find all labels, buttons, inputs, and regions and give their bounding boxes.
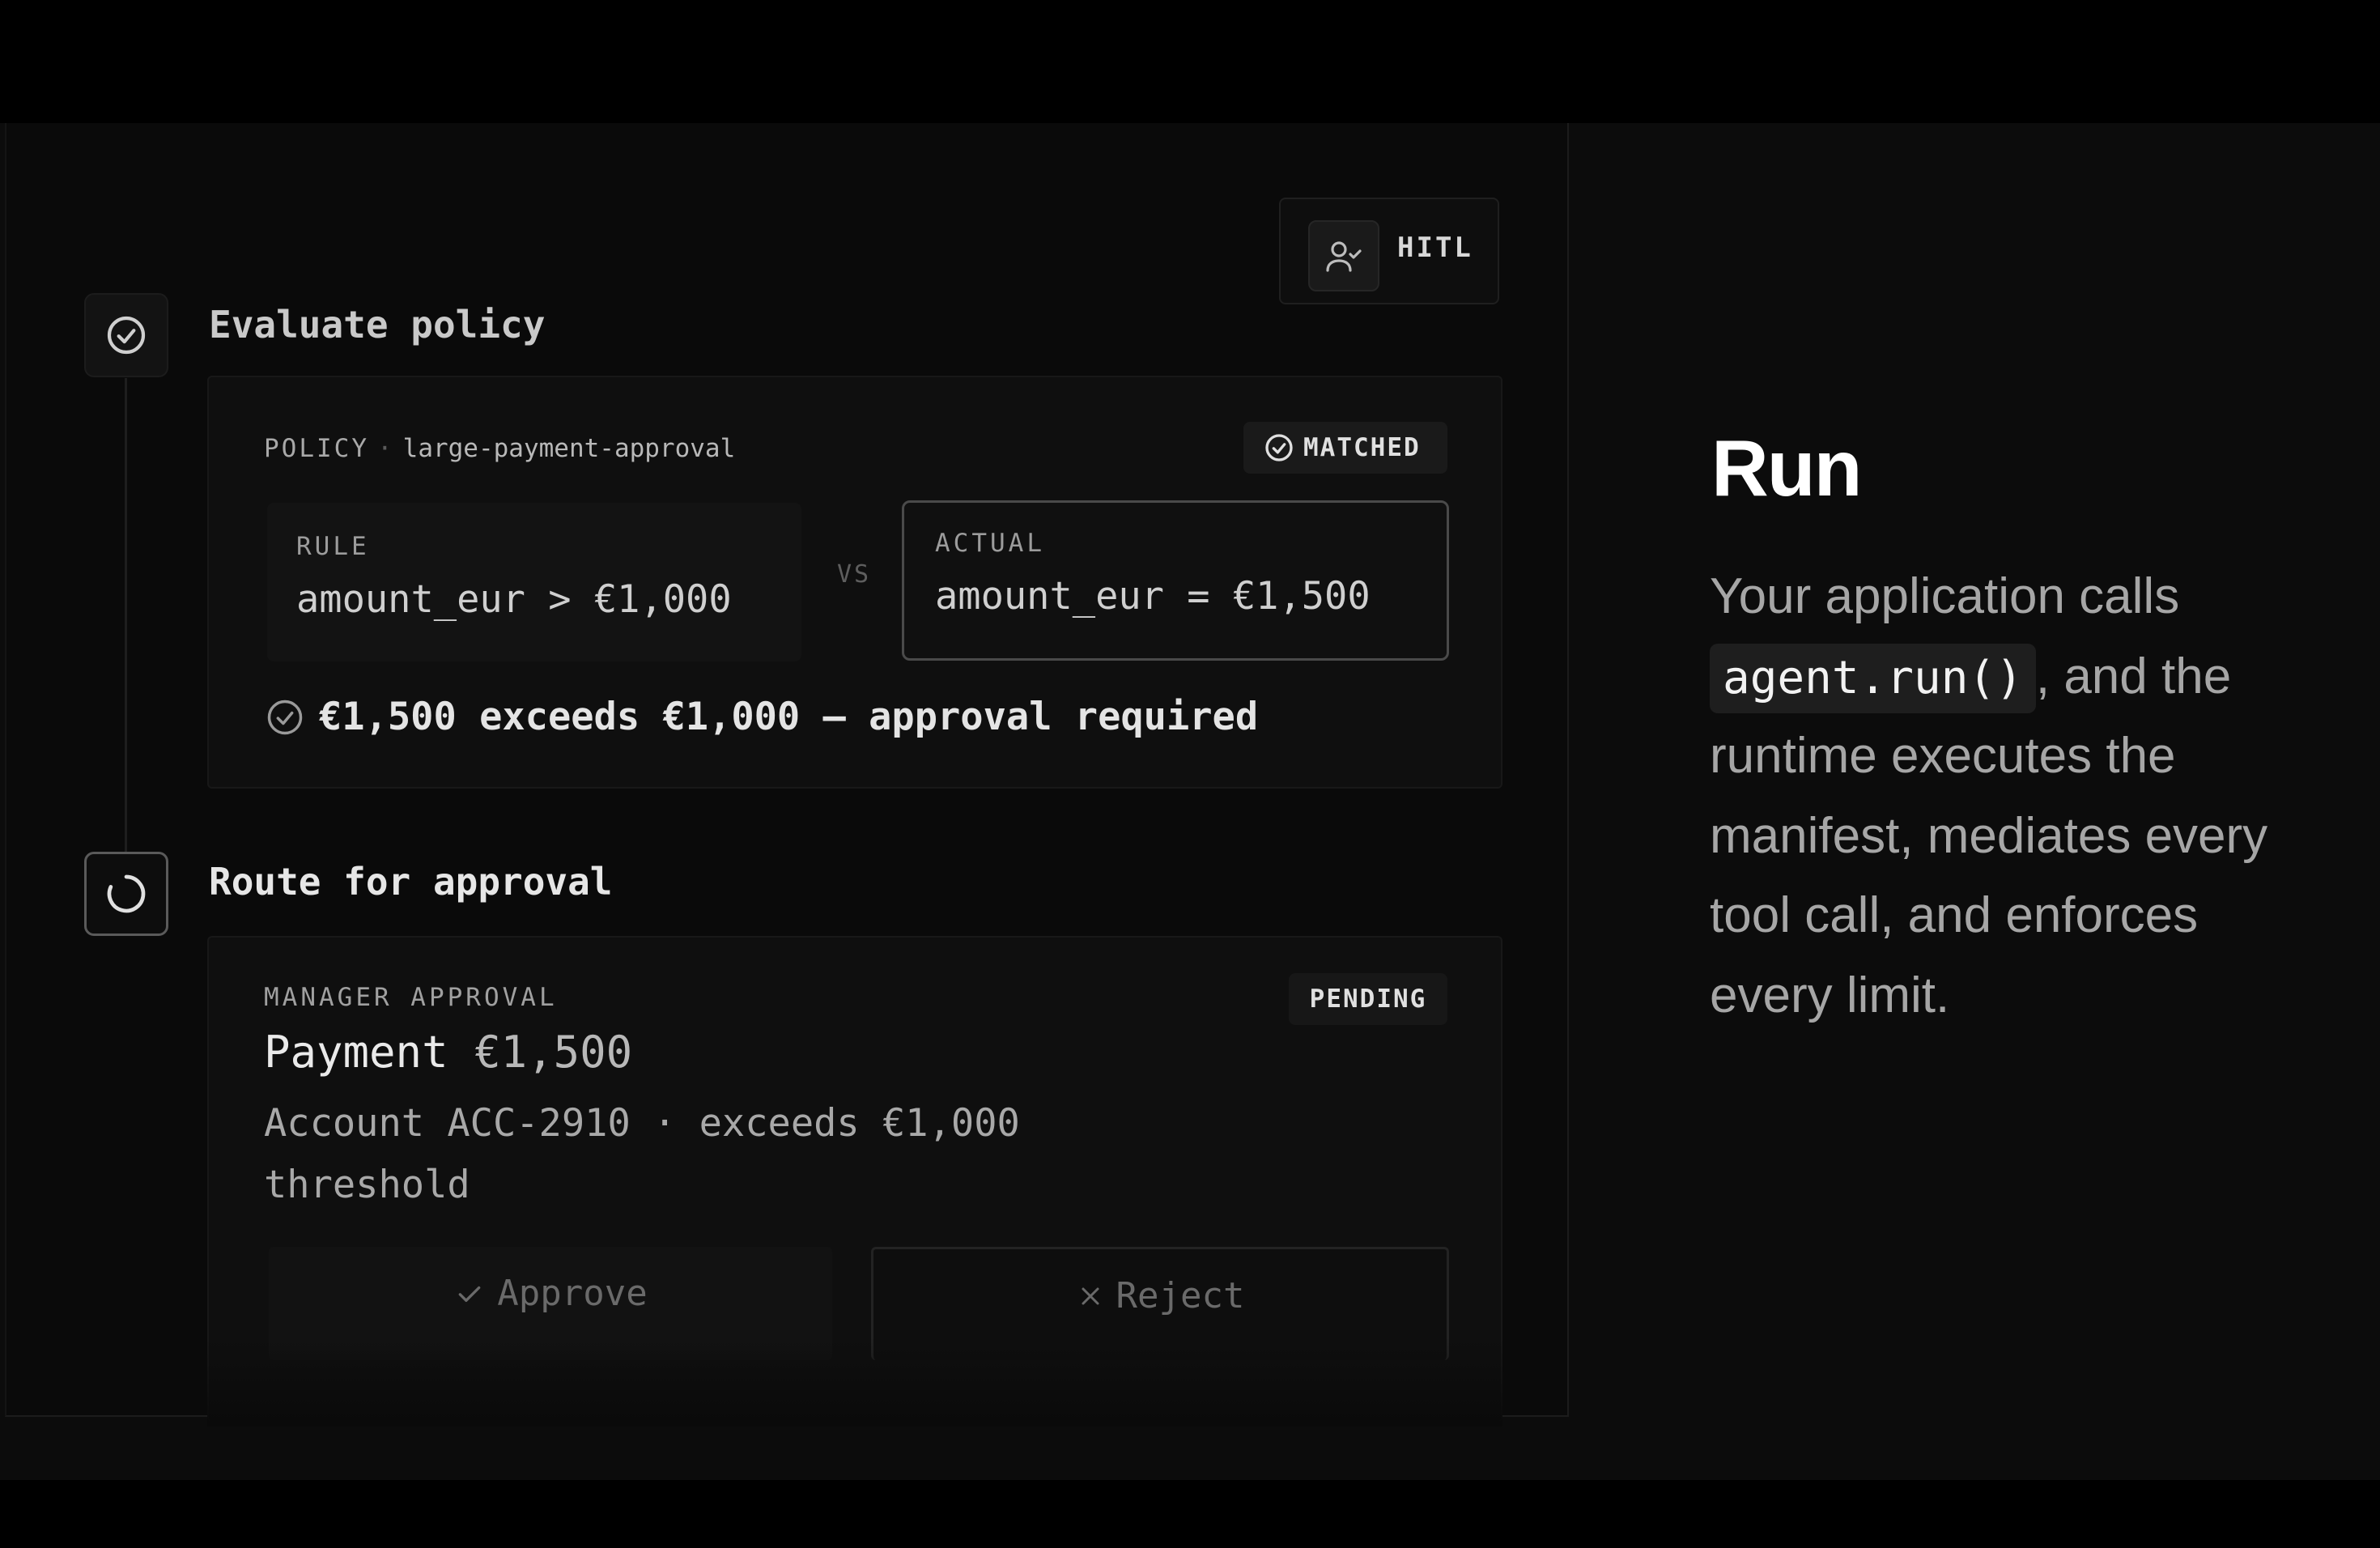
pending-status-badge: PENDING [1289,973,1447,1025]
spinner-icon [84,852,168,936]
payment-amount: €1,500 [474,1027,633,1078]
policy-name: large-payment-approval [402,434,736,463]
actual-box: ACTUAL amount_eur = €1,500 [902,500,1449,661]
policy-card: POLICY · large-payment-approval MATCHED RU… [207,376,1502,789]
approval-label: MANAGER APPROVAL [264,983,558,1012]
matched-status-text: MATCHED [1303,433,1421,462]
approve-button-label: Approve [497,1273,648,1314]
vs-label: VS [837,560,872,589]
bottom-fade [207,1337,1502,1427]
matched-status-badge: MATCHED [1243,422,1447,474]
actual-label: ACTUAL [935,529,1045,558]
step-title-route-for-approval: Route for approval [209,860,613,904]
payment-description: Account ACC-2910 · exceeds €1,000 thresh… [264,1101,1020,1207]
code-snippet: agent.run() [1710,643,2036,713]
policy-header: POLICY · large-payment-approval [264,434,735,463]
check-circle-icon [267,700,303,734]
policy-result: €1,500 exceeds €1,000 — approval require… [264,695,1258,739]
rule-expression: amount_eur > €1,000 [296,577,732,622]
explainer-text: Your application calls agent.run(), and … [1710,557,2325,1036]
close-icon [1082,1287,1099,1305]
check-circle-icon [84,293,168,377]
workflow-panel: HITL Evaluate policy POLICY · large-paymen… [5,123,1569,1427]
hitl-label: HITL [1397,232,1473,264]
actual-expression: amount_eur = €1,500 [935,574,1371,619]
user-check-icon [1308,220,1379,291]
step-title-evaluate-policy: Evaluate policy [209,303,546,347]
timeline-connector [125,378,127,929]
check-icon [458,1286,481,1302]
explainer-text-before: Your application calls [1710,568,2180,624]
rule-label: RULE [296,532,370,561]
check-circle-icon [1265,434,1293,461]
payment-label: Payment [264,1027,448,1078]
policy-label: POLICY [264,434,369,463]
payment-title: Payment €1,500 [264,1027,632,1078]
policy-result-text: €1,500 exceeds €1,000 — approval require… [319,695,1259,739]
explainer-title: Run [1711,423,1862,512]
hitl-badge: HITL [1279,198,1499,304]
rule-box: RULE amount_eur > €1,000 [267,503,801,661]
reject-button-label: Reject [1116,1275,1245,1316]
policy-separator: · [376,434,395,463]
